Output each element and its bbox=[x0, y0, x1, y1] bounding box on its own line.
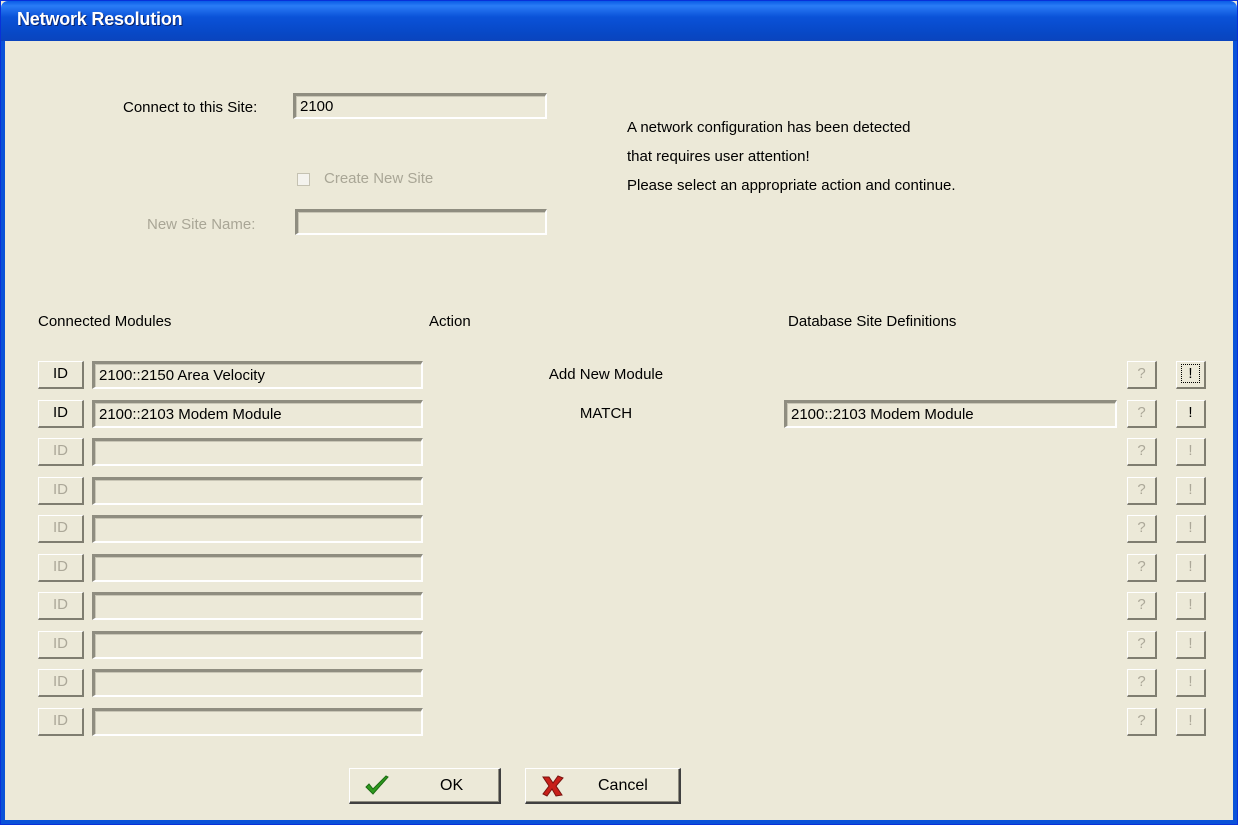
message-line-3: Please select an appropriate action and … bbox=[627, 177, 956, 194]
title-bar[interactable]: Network Resolution bbox=[1, 1, 1237, 41]
resolve-button[interactable]: ! bbox=[1176, 515, 1206, 543]
red-x-icon bbox=[542, 775, 564, 797]
id-button[interactable]: ID bbox=[38, 592, 84, 620]
create-new-site-label: Create New Site bbox=[324, 170, 434, 187]
cancel-button[interactable]: Cancel bbox=[525, 768, 681, 804]
query-button[interactable]: ? bbox=[1127, 669, 1157, 697]
query-button[interactable]: ? bbox=[1127, 400, 1157, 428]
frame-right bbox=[1233, 41, 1237, 824]
query-button[interactable]: ? bbox=[1127, 438, 1157, 466]
id-button[interactable]: ID bbox=[38, 477, 84, 505]
connected-module-field[interactable] bbox=[92, 554, 423, 582]
message-line-2: that requires user attention! bbox=[627, 148, 810, 165]
resolve-button-label: ! bbox=[1188, 519, 1193, 536]
id-button[interactable]: ID bbox=[38, 515, 84, 543]
resolve-button-label: ! bbox=[1188, 712, 1193, 729]
window-title: Network Resolution bbox=[17, 9, 183, 29]
database-site-definitions-header: Database Site Definitions bbox=[788, 313, 957, 330]
query-button[interactable]: ? bbox=[1127, 631, 1157, 659]
connect-site-field[interactable]: 2100 bbox=[293, 93, 547, 119]
resolve-button[interactable]: ! bbox=[1176, 592, 1206, 620]
resolve-button[interactable]: ! bbox=[1176, 438, 1206, 466]
connected-module-field[interactable] bbox=[92, 631, 423, 659]
connected-module-field[interactable] bbox=[92, 477, 423, 505]
resolve-button-label: ! bbox=[1188, 558, 1193, 575]
query-button[interactable]: ? bbox=[1127, 708, 1157, 736]
id-button[interactable]: ID bbox=[38, 554, 84, 582]
id-button[interactable]: ID bbox=[38, 669, 84, 697]
query-button[interactable]: ? bbox=[1127, 592, 1157, 620]
attention-message: A network configuration has been detecte… bbox=[627, 113, 956, 200]
resolve-button-label: ! bbox=[1188, 673, 1193, 690]
action-label: MATCH bbox=[579, 405, 633, 422]
resolve-button-label: ! bbox=[1188, 481, 1193, 498]
resolve-button-label: ! bbox=[1188, 635, 1193, 652]
message-line-1: A network configuration has been detecte… bbox=[627, 119, 911, 136]
checkmark-icon bbox=[365, 775, 389, 795]
network-resolution-dialog: Network Resolution Connect to this Site:… bbox=[0, 0, 1238, 825]
query-button[interactable]: ? bbox=[1127, 477, 1157, 505]
resolve-button[interactable]: ! bbox=[1176, 554, 1206, 582]
connected-module-field[interactable] bbox=[92, 515, 423, 543]
resolve-button[interactable]: ! bbox=[1176, 708, 1206, 736]
resolve-button-label: ! bbox=[1181, 364, 1200, 383]
ok-button[interactable]: OK bbox=[349, 768, 501, 804]
query-button[interactable]: ? bbox=[1127, 515, 1157, 543]
connected-module-field[interactable] bbox=[92, 708, 423, 736]
connected-module-field[interactable] bbox=[92, 438, 423, 466]
connected-module-field[interactable]: 2100::2150 Area Velocity bbox=[92, 361, 423, 389]
connect-site-label: Connect to this Site: bbox=[123, 99, 258, 116]
action-label: Add New Module bbox=[548, 366, 664, 383]
resolve-button-label: ! bbox=[1188, 404, 1193, 421]
frame-left bbox=[1, 41, 5, 824]
database-site-definition-field[interactable]: 2100::2103 Modem Module bbox=[784, 400, 1117, 428]
connected-module-field[interactable] bbox=[92, 669, 423, 697]
id-button[interactable]: ID bbox=[38, 708, 84, 736]
resolve-button[interactable]: ! bbox=[1176, 477, 1206, 505]
resolve-button-label: ! bbox=[1188, 442, 1193, 459]
create-new-site-checkbox[interactable] bbox=[297, 173, 310, 186]
resolve-button[interactable]: ! bbox=[1176, 400, 1206, 428]
new-site-name-label: New Site Name: bbox=[147, 216, 256, 233]
connected-module-field[interactable]: 2100::2103 Modem Module bbox=[92, 400, 423, 428]
resolve-button[interactable]: ! bbox=[1176, 631, 1206, 659]
frame-bottom bbox=[1, 820, 1237, 824]
resolve-button[interactable]: ! bbox=[1176, 669, 1206, 697]
query-button[interactable]: ? bbox=[1127, 554, 1157, 582]
resolve-button[interactable]: ! bbox=[1176, 361, 1206, 389]
new-site-name-field[interactable] bbox=[295, 209, 547, 235]
id-button[interactable]: ID bbox=[38, 438, 84, 466]
id-button[interactable]: ID bbox=[38, 361, 84, 389]
id-button[interactable]: ID bbox=[38, 400, 84, 428]
ok-label: OK bbox=[440, 777, 464, 794]
id-button[interactable]: ID bbox=[38, 631, 84, 659]
connected-modules-header: Connected Modules bbox=[38, 313, 172, 330]
resolve-button-label: ! bbox=[1188, 596, 1193, 613]
action-header: Action bbox=[429, 313, 471, 330]
query-button[interactable]: ? bbox=[1127, 361, 1157, 389]
connected-module-field[interactable] bbox=[92, 592, 423, 620]
cancel-label: Cancel bbox=[598, 777, 648, 794]
